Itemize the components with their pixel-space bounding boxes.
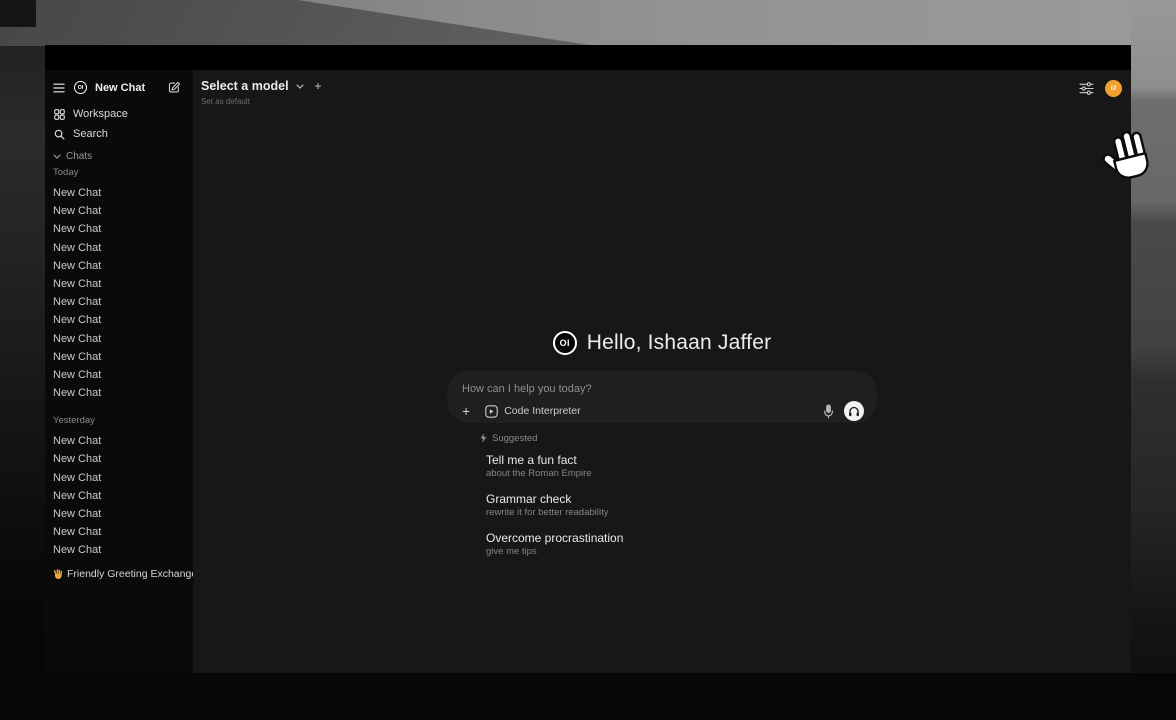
sidebar-item-workspace[interactable]: Workspace [53,106,187,122]
suggested-label: Suggested [492,433,537,444]
bolt-icon [480,433,487,443]
chat-list-item[interactable]: New Chat [53,348,187,366]
suggestion-title: Overcome procrastination [486,531,877,545]
code-interpreter-icon [485,405,498,418]
chat-list-item[interactable]: New Chat [53,366,187,384]
chat-list-item[interactable]: New Chat [53,275,187,293]
app-logo-icon[interactable]: OI [74,81,87,94]
chat-list-item[interactable]: New Chat [53,505,187,523]
desktop-wallpaper-right [1131,0,1176,720]
chat-list-yesterday: New ChatNew ChatNew ChatNew ChatNew Chat… [53,432,187,559]
message-input[interactable] [460,381,864,395]
message-composer: + Code Interpreter [447,371,877,423]
greeting-text: Hello, Ishaan Jaffer [587,331,772,355]
chat-list-item[interactable]: New Chat [53,184,187,202]
suggestion-item[interactable]: Grammar check rewrite it for better read… [447,492,877,519]
model-selector[interactable]: Select a model + [201,79,322,93]
chat-list-today: New ChatNew ChatNew ChatNew ChatNew Chat… [53,184,187,402]
attach-plus-button[interactable]: + [460,404,472,418]
chat-list-item[interactable]: New Chat [53,450,187,468]
suggested-header: Suggested [447,432,877,444]
desktop-wallpaper-corner [0,0,36,27]
add-model-button[interactable]: + [315,79,322,93]
chat-list-item[interactable]: New Chat [53,432,187,450]
new-chat-button[interactable]: New Chat [95,82,145,94]
suggestion-subtitle: about the Roman Empire [486,468,877,480]
chat-list-item-friendly-greeting[interactable]: Friendly Greeting Exchange [53,565,187,583]
code-interpreter-label: Code Interpreter [504,405,580,417]
wave-emoji-icon [53,569,63,579]
chat-group-label-yesterday: Yesterday [53,415,187,427]
chats-section-toggle[interactable]: Chats [53,150,187,163]
chat-list-item[interactable]: New Chat [53,293,187,311]
headphones-icon [848,406,860,417]
chat-list-item[interactable]: New Chat [53,523,187,541]
chat-list-item[interactable]: New Chat [53,384,187,402]
sidebar-item-search[interactable]: Search [53,126,187,142]
chat-list-item[interactable]: New Chat [53,202,187,220]
set-as-default-button[interactable]: Set as default [201,97,322,106]
suggestion-subtitle: give me tips [486,546,877,558]
search-icon [54,129,65,140]
suggested-prompts: Suggested Tell me a fun fact about the R… [447,432,877,558]
suggestion-subtitle: rewrite it for better readability [486,507,877,519]
greeting: OI Hello, Ishaan Jaffer [447,328,877,358]
edit-new-chat-icon[interactable] [168,81,181,94]
controls-sliders-icon[interactable] [1079,82,1094,95]
search-label: Search [73,128,108,140]
voice-call-button[interactable] [844,401,864,421]
workspace-grid-icon [54,109,65,120]
chat-list-item[interactable]: New Chat [53,487,187,505]
suggestion-title: Tell me a fun fact [486,453,877,467]
code-interpreter-toggle[interactable]: Code Interpreter [485,405,580,418]
chat-list-item[interactable]: New Chat [53,220,187,238]
app-logo-icon-large: OI [553,331,577,355]
chat-list-item[interactable]: New Chat [53,239,187,257]
microphone-icon[interactable] [823,404,834,419]
welcome-block: OI Hello, Ishaan Jaffer + Code Interpret… [447,328,877,570]
chat-title: Friendly Greeting Exchange [67,568,193,580]
suggestion-item[interactable]: Tell me a fun fact about the Roman Empir… [447,453,877,480]
chat-list-item[interactable]: New Chat [53,257,187,275]
user-avatar[interactable]: IJ [1105,80,1122,97]
suggestion-list: Tell me a fun fact about the Roman Empir… [447,453,877,558]
sidebar: OI New Chat Workspace Searc [45,70,193,673]
chat-list-item[interactable]: New Chat [53,311,187,329]
suggestion-item[interactable]: Overcome procrastination give me tips [447,531,877,558]
app-window: OI New Chat Workspace Searc [45,45,1131,673]
chat-list-item[interactable]: New Chat [53,330,187,348]
screen: OI New Chat Workspace Searc [0,0,1176,720]
main-panel: Select a model + Set as default IJ [193,70,1131,673]
chat-group-label-today: Today [53,167,187,179]
suggestion-title: Grammar check [486,492,877,506]
main-header: Select a model + Set as default IJ [193,70,1131,106]
chats-label: Chats [66,151,92,162]
desktop-wallpaper-bottom [0,673,1176,720]
desktop-wallpaper-left [0,46,45,673]
chat-list-item[interactable]: New Chat [53,541,187,559]
window-titlebar [45,45,1131,70]
chat-list-item[interactable]: New Chat [53,469,187,487]
workspace-label: Workspace [73,108,128,120]
model-selector-label: Select a model [201,79,289,93]
sidebar-header: OI New Chat [53,79,185,96]
hamburger-menu-icon[interactable] [53,83,65,93]
model-chevron-down-icon [296,84,304,89]
chevron-down-icon [53,154,61,159]
